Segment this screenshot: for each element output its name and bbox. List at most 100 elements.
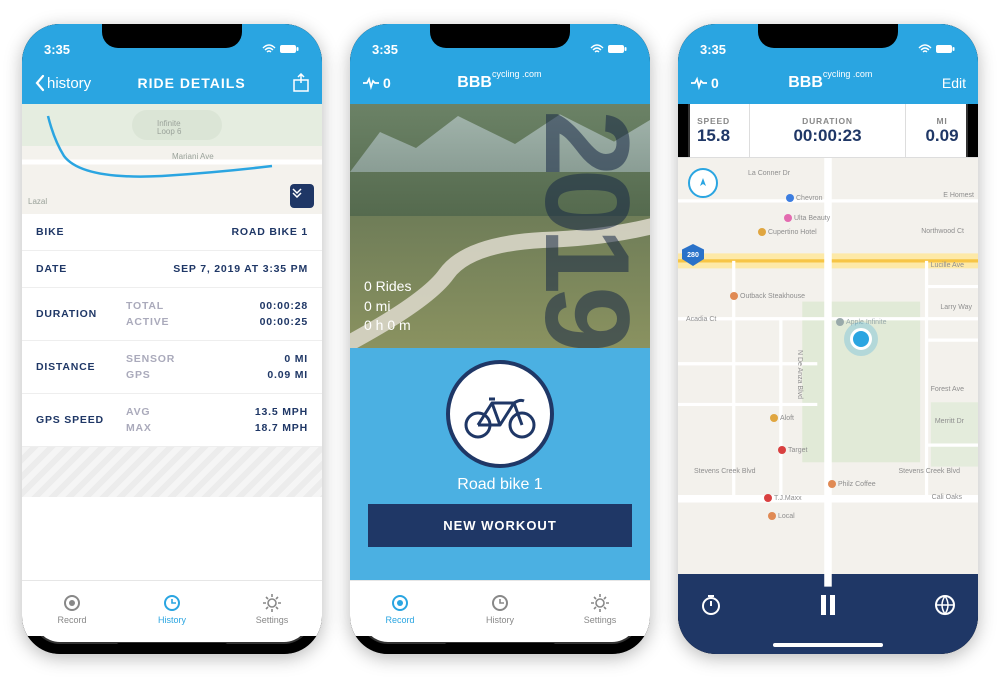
map-preview[interactable]: Infinite Loop 6 Mariani Ave Lazal	[22, 104, 322, 214]
notch	[758, 24, 898, 48]
sublabel-max: MAX	[126, 422, 152, 434]
sublabel-sensor: SENSOR	[126, 353, 175, 365]
battery-icon	[936, 44, 956, 54]
wifi-icon	[590, 44, 604, 54]
stat-miles: 0 mi	[364, 297, 411, 317]
tab-settings-label: Settings	[256, 615, 289, 625]
heart-rate-indicator[interactable]: 0	[690, 75, 719, 91]
label-bike: BIKE	[36, 226, 126, 238]
share-icon[interactable]	[292, 73, 310, 93]
sublabel-gps: GPS	[126, 369, 151, 381]
value-gps: 0.09 MI	[267, 369, 308, 381]
tab-bar: Record History Settings	[22, 580, 322, 636]
poi-homes: E Homest	[943, 192, 974, 199]
value-duration: 00:00:23	[793, 126, 861, 146]
label-date: DATE	[36, 263, 126, 275]
poi-lucille: Lucille Ave	[931, 262, 964, 269]
compass-button[interactable]	[688, 168, 718, 198]
tab-record[interactable]: Record	[351, 593, 450, 625]
status-time: 3:35	[44, 42, 70, 57]
row-speed: GPS SPEED AVG13.5 MPH MAX18.7 MPH	[22, 394, 322, 447]
history-icon	[162, 593, 182, 613]
heart-rate-indicator[interactable]: 0	[362, 75, 391, 91]
tab-settings[interactable]: Settings	[551, 593, 650, 625]
poi-target: Target	[778, 446, 807, 454]
poi-philz: Philz Coffee	[828, 480, 876, 488]
gear-icon	[590, 593, 610, 613]
screen: 0 BBBcycling .com 0 Rides 0 mi 0 h 0 m 2…	[350, 62, 650, 654]
map-expand-button[interactable]	[290, 184, 314, 208]
tab-record[interactable]: Record	[23, 593, 122, 625]
poi-larry: Larry Way	[940, 304, 972, 311]
poi-local: Local	[768, 512, 795, 520]
tab-history[interactable]: History	[123, 593, 222, 625]
value-mi: 0.09	[925, 126, 958, 146]
svg-text:Lazal: Lazal	[28, 197, 47, 206]
stat-distance: MI 0.09	[906, 104, 978, 157]
poi-cupertino: Cupertino Hotel	[758, 228, 817, 236]
tab-record-label: Record	[385, 615, 414, 625]
bike-icon-button[interactable]	[446, 360, 554, 468]
back-button[interactable]: history	[34, 74, 91, 92]
gear-icon	[262, 593, 282, 613]
label-speed: SPEED	[697, 116, 730, 126]
user-location-icon	[850, 328, 872, 350]
row-distance: DISTANCE SENSOR0 MI GPS0.09 MI	[22, 341, 322, 394]
live-map[interactable]: 280 La Conner Dr Chevron E Homest Ulta B…	[678, 158, 978, 574]
pause-button[interactable]	[817, 592, 839, 618]
poi-scb-l: Stevens Creek Blvd	[694, 468, 755, 475]
stat-speed: SPEED 15.8	[678, 104, 750, 157]
notch	[102, 24, 242, 48]
back-label: history	[47, 75, 91, 92]
label-duration: DURATION	[802, 116, 853, 126]
new-workout-button[interactable]: NEW WORKOUT	[368, 504, 632, 547]
tab-settings[interactable]: Settings	[223, 593, 322, 625]
tab-history-label: History	[158, 615, 186, 625]
edit-button[interactable]: Edit	[942, 75, 966, 91]
tab-settings-label: Settings	[584, 615, 617, 625]
value-bike: ROAD BIKE 1	[232, 226, 308, 238]
history-icon	[490, 593, 510, 613]
globe-icon[interactable]	[934, 594, 956, 616]
home-indicator	[678, 636, 978, 654]
poi-outback: Outback Steakhouse	[730, 292, 805, 300]
tab-history[interactable]: History	[451, 593, 550, 625]
poi-laconner: La Conner Dr	[748, 170, 790, 177]
bike-name: Road bike 1	[457, 476, 542, 494]
bike-panel: Road bike 1 NEW WORKOUT	[350, 348, 650, 580]
stat-time: 0 h 0 m	[364, 316, 411, 336]
poi-apple: Apple Infinite	[836, 318, 886, 326]
timer-icon[interactable]	[700, 594, 722, 616]
year-label: 2019	[518, 110, 650, 342]
label-mi: MI	[936, 116, 947, 126]
status-time: 3:35	[700, 42, 726, 57]
row-duration: DURATION TOTAL00:00:28 ACTIVE00:00:25	[22, 288, 322, 341]
tab-record-label: Record	[57, 615, 86, 625]
live-stats: SPEED 15.8 DURATION 00:00:23 MI 0.09	[678, 104, 978, 158]
heartrate-icon	[362, 76, 380, 90]
nav-header: history RIDE DETAILS	[22, 62, 322, 104]
svg-text:Loop 6: Loop 6	[157, 127, 182, 136]
value-avg: 13.5 MPH	[255, 406, 308, 418]
hr-value: 0	[711, 75, 719, 91]
stat-rides: 0 Rides	[364, 277, 411, 297]
page-title: RIDE DETAILS	[137, 75, 245, 91]
poi-aloft: Aloft	[770, 414, 794, 422]
row-date: DATE SEP 7, 2019 AT 3:35 PM	[22, 251, 322, 288]
stat-duration: DURATION 00:00:23	[750, 104, 906, 157]
poi-northwood: Northwood Ct	[921, 228, 964, 235]
poi-forest: Forest Ave	[931, 386, 964, 393]
battery-icon	[608, 44, 628, 54]
brand-logo: BBBcycling .com	[457, 74, 541, 92]
value-max: 18.7 MPH	[255, 422, 308, 434]
details-list: BIKE ROAD BIKE 1 DATE SEP 7, 2019 AT 3:3…	[22, 214, 322, 580]
poi-oaks: Cali Oaks	[932, 494, 962, 501]
heartrate-icon	[690, 76, 708, 90]
record-icon	[62, 593, 82, 613]
sublabel-avg: AVG	[126, 406, 150, 418]
poi-tjmaxx: T.J.Maxx	[764, 494, 802, 502]
screen: history RIDE DETAILS Infinite Loop 6 Mar…	[22, 62, 322, 654]
poi-ulta: Ulta Beauty	[784, 214, 830, 222]
nav-header: 0 BBBcycling .com	[350, 62, 650, 104]
wifi-icon	[262, 44, 276, 54]
